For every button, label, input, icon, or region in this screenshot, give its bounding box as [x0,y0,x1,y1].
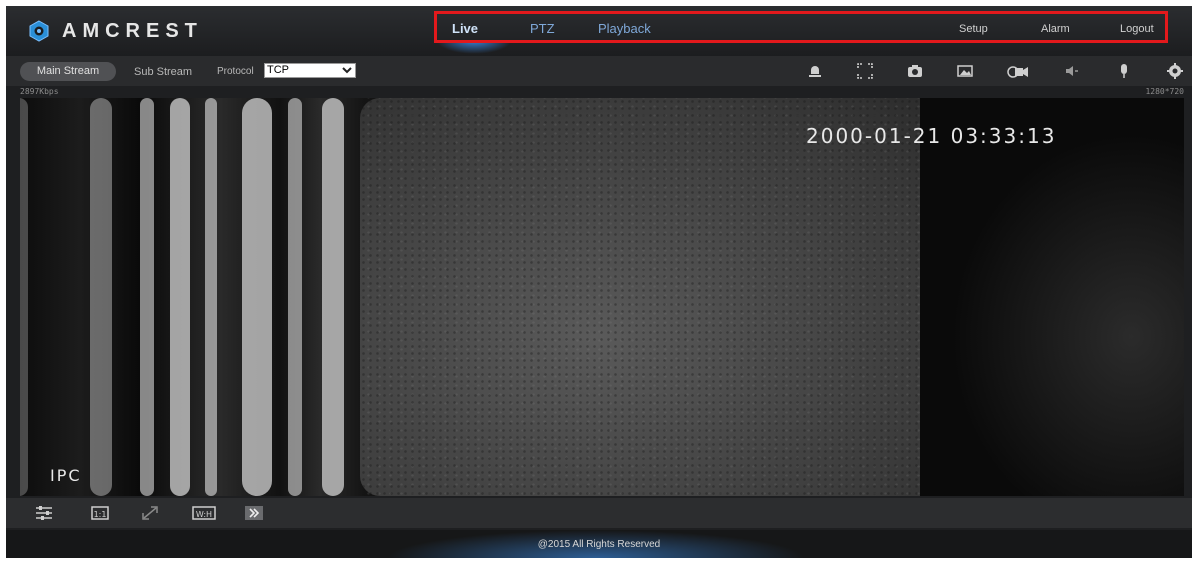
video-control-bar: 1:1 W:H [6,498,1192,528]
osd-channel-label: IPC [50,466,82,485]
copyright-text: @2015 All Rights Reserved [537,539,661,550]
nav-live[interactable]: Live [452,21,478,36]
video-wall-surface [360,98,950,496]
nav-alarm[interactable]: Alarm [1041,23,1070,35]
footer-bar: @2015 All Rights Reserved [6,530,1192,558]
lens-edge-stripe [288,98,302,496]
lens-edge-stripe [20,98,28,496]
lens-edge-stripe [205,98,217,496]
chevron-down-icon [342,67,352,74]
record-icon[interactable] [1007,63,1029,79]
svg-text:1:1: 1:1 [94,510,107,519]
fluency-icon[interactable] [244,504,264,522]
web-client-window: AMCREST Live PTZ Playback Setup Alarm Lo… [6,6,1192,558]
protocol-label: Protocol [217,66,254,77]
live-video-view[interactable]: 2000-01-21 03:33:13 IPC [20,98,1184,496]
settings-icon[interactable] [1167,63,1183,79]
svg-text:W:H: W:H [196,510,212,519]
nav-setup[interactable]: Setup [959,23,988,35]
speaker-icon[interactable] [1063,63,1079,79]
protocol-value: TCP [267,64,289,76]
amcrest-logo-icon [29,20,49,42]
image-adjust-icon[interactable] [34,504,54,522]
original-size-icon[interactable]: 1:1 [90,504,110,522]
brand-name: AMCREST [62,19,203,42]
lens-edge-stripe [242,98,272,496]
alarm-light-icon[interactable] [807,63,823,79]
protocol-select[interactable]: TCP [264,63,356,78]
nav-logout[interactable]: Logout [1120,23,1154,35]
wh-ratio-icon[interactable]: W:H [192,504,216,522]
snapshot-icon[interactable] [907,63,923,79]
zoom-icon[interactable] [140,504,160,522]
lens-edge-stripe [90,98,112,496]
brand-logo: AMCREST [28,18,203,44]
resolution-readout: 1280*720 [1145,87,1184,96]
image-icon[interactable] [957,63,973,79]
nav-ptz[interactable]: PTZ [530,21,555,36]
lens-edge-stripe [170,98,190,496]
header-bar: AMCREST Live PTZ Playback Setup Alarm Lo… [6,6,1192,56]
stream-toolbar: Main Stream Sub Stream Protocol TCP [6,56,1192,86]
lens-edge-stripe [322,98,344,496]
bitrate-readout: 2897Kbps [20,87,59,96]
osd-timestamp: 2000-01-21 03:33:13 [806,124,1057,148]
lens-edge-stripe [140,98,154,496]
main-stream-button[interactable]: Main Stream [20,62,116,81]
fullscreen-icon[interactable] [857,63,873,79]
video-dark-region [920,98,1184,496]
sub-stream-button[interactable]: Sub Stream [134,66,192,78]
microphone-icon[interactable] [1116,63,1132,79]
nav-playback[interactable]: Playback [598,21,651,36]
